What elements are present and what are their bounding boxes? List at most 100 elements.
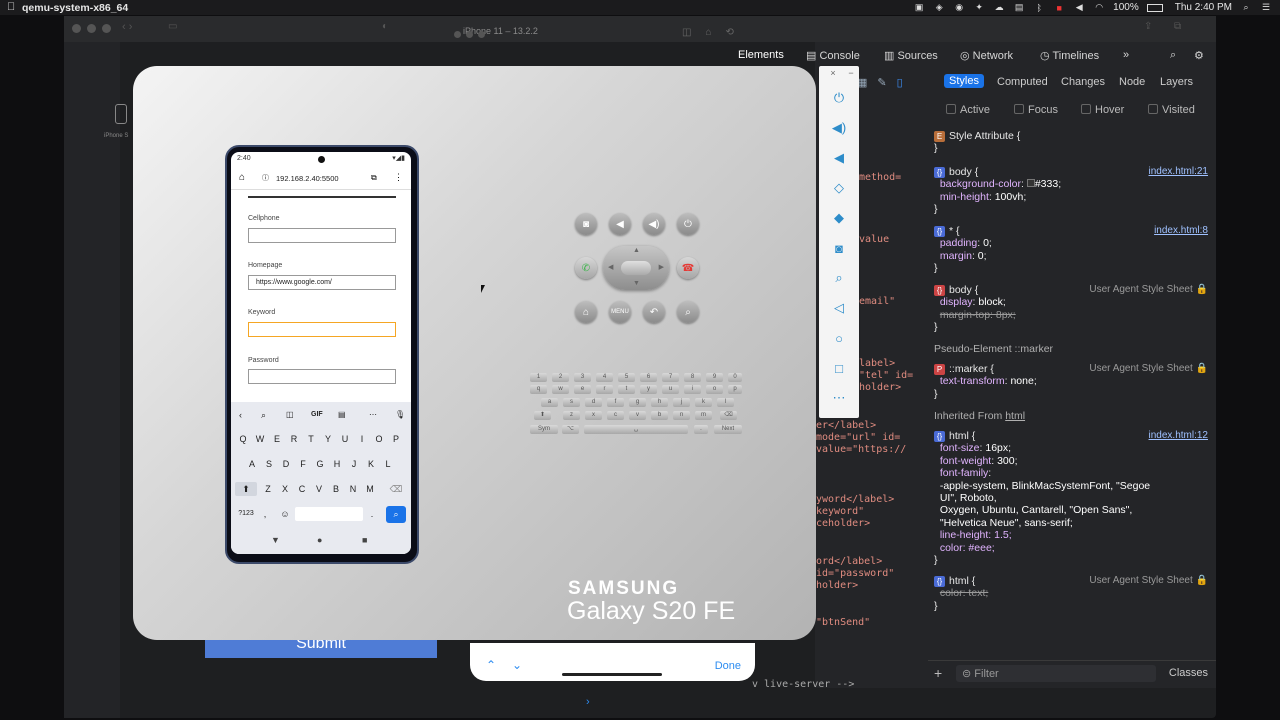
share-icon[interactable]: ⇪	[1144, 21, 1152, 32]
rotate-right-icon[interactable]: ◆	[829, 208, 849, 228]
rotate-icon[interactable]: ⟲	[726, 27, 734, 38]
add-rule-icon[interactable]: +	[934, 665, 942, 681]
iphone-icon[interactable]	[115, 104, 127, 124]
key-l[interactable]: L	[380, 457, 396, 471]
sticker-icon[interactable]: ◫	[286, 408, 294, 422]
search-icon[interactable]: ⌕	[261, 408, 266, 422]
volume-up-button-icon[interactable]: ◀)	[643, 213, 665, 235]
prev-field-icon[interactable]: ⌃	[486, 658, 496, 672]
kebab-menu-icon[interactable]: ⋮	[394, 172, 403, 183]
css-property[interactable]: font-size	[940, 442, 980, 454]
mini-shift-icon[interactable]: ⬆	[534, 411, 551, 420]
volume-up-icon[interactable]: ◀)	[829, 118, 849, 138]
volume-down-icon[interactable]: ◀	[829, 148, 849, 168]
css-value[interactable]: -apple-system, BlinkMacSystemFont, "Sego…	[940, 480, 1150, 492]
state-visited[interactable]: Visited	[1148, 104, 1195, 116]
css-value[interactable]: Oxygen, Ubuntu, Cantarell, "Open Sans",	[940, 504, 1132, 516]
key-h[interactable]: H	[329, 457, 345, 471]
rule-source-link[interactable]: index.html:8	[1154, 225, 1208, 237]
color-swatch[interactable]	[1026, 179, 1035, 188]
tabs-icon[interactable]: ⧉	[371, 173, 377, 183]
subtab-node[interactable]: Node	[1119, 76, 1145, 88]
classes-toggle[interactable]: Classes	[1169, 667, 1208, 679]
nav-back-icon[interactable]: ▼	[271, 533, 280, 547]
css-value[interactable]: none	[1010, 375, 1033, 387]
back-button-icon[interactable]: ↶	[643, 301, 665, 323]
camera-button-icon[interactable]: ◙	[575, 213, 597, 235]
emoji-icon[interactable]: ☺	[277, 507, 293, 521]
css-value[interactable]: block	[978, 296, 1003, 308]
cloud-icon[interactable]: ☁	[993, 2, 1005, 12]
mini-key[interactable]: 9	[706, 373, 723, 382]
key-u[interactable]: U	[337, 432, 353, 446]
key-m[interactable]: M	[362, 482, 378, 496]
tab-elements[interactable]: Elements	[738, 49, 784, 61]
clock[interactable]: Thu 2:40 PM	[1175, 2, 1232, 13]
mini-sym-key[interactable]: Sym	[530, 425, 558, 434]
bluetooth-icon[interactable]: ᛒ	[1033, 3, 1045, 13]
mini-key[interactable]: x	[585, 411, 602, 420]
comma-key[interactable]: ,	[259, 507, 271, 521]
mini-key[interactable]: m	[695, 411, 712, 420]
key-y[interactable]: Y	[320, 432, 336, 446]
end-call-button-icon[interactable]: ☎	[677, 257, 699, 279]
mini-key[interactable]: 7	[662, 373, 679, 382]
key-k[interactable]: K	[363, 457, 379, 471]
mini-key[interactable]: p	[728, 385, 742, 394]
css-rule-universal[interactable]: {} * { index.html:8 padding: 0; margin: 0…	[934, 225, 1212, 275]
css-declaration[interactable]: line-height: 1.5;	[940, 529, 1012, 541]
overridden-declaration[interactable]: color: text;	[940, 587, 988, 599]
tab-timelines[interactable]: ◷ Timelines	[1040, 49, 1099, 62]
css-property[interactable]: text-transform	[940, 375, 1005, 387]
dpad-down-icon[interactable]: ▼	[633, 280, 640, 287]
camera-icon[interactable]: ◙	[829, 238, 849, 258]
mini-alt-icon[interactable]: ⌥	[562, 425, 579, 434]
app-name[interactable]: qemu-system-x86_64	[22, 2, 128, 14]
key-q[interactable]: Q	[235, 432, 251, 446]
css-value[interactable]: 100vh	[995, 191, 1024, 203]
home-icon[interactable]: ⌂	[239, 172, 245, 183]
css-value[interactable]: 0	[983, 237, 989, 249]
key-a[interactable]: A	[244, 457, 260, 471]
mini-key[interactable]: .	[694, 425, 708, 434]
back-icon[interactable]: ‹ ›	[122, 21, 132, 33]
mini-key[interactable]: v	[629, 411, 646, 420]
screenshot-icon[interactable]: ◫	[682, 27, 691, 38]
sidebar-icon[interactable]: ▭	[168, 21, 177, 32]
search-icon[interactable]: ⌕	[1170, 49, 1176, 62]
css-property[interactable]: padding	[940, 237, 977, 249]
mini-key[interactable]: 3	[574, 373, 591, 382]
css-declaration[interactable]: color: #eee;	[940, 542, 995, 554]
cellphone-input[interactable]	[248, 228, 396, 243]
volume-down-button-icon[interactable]: ◀	[609, 213, 631, 235]
rule-source-link[interactable]: index.html:21	[1149, 166, 1208, 178]
mini-key[interactable]: r	[596, 385, 613, 394]
key-c[interactable]: C	[294, 482, 310, 496]
mini-key[interactable]: e	[574, 385, 591, 394]
css-rule-html[interactable]: {} html { index.html:12 font-size: 16px; …	[934, 430, 1212, 566]
mini-key[interactable]: f	[607, 398, 624, 407]
info-icon[interactable]: ⓘ	[262, 173, 269, 183]
css-property[interactable]: font-weight	[940, 455, 991, 467]
more-tabs-icon[interactable]: »	[1123, 49, 1129, 61]
sim-zoom-dot[interactable]	[478, 31, 485, 38]
power-icon[interactable]: ⏻	[829, 88, 849, 108]
mini-space-key[interactable]: ␣	[584, 425, 688, 434]
search-icon[interactable]: ⌕	[1240, 2, 1252, 12]
mini-key[interactable]: 4	[596, 373, 613, 382]
mini-key[interactable]: 8	[684, 373, 701, 382]
dock-arrow-icon[interactable]: ›	[586, 696, 590, 708]
mini-key[interactable]: i	[684, 385, 701, 394]
volume-icon[interactable]: ◀	[1073, 2, 1085, 12]
call-button-icon[interactable]: ✆	[575, 257, 597, 279]
close-icon[interactable]: ×	[823, 63, 843, 83]
mini-key[interactable]: h	[651, 398, 668, 407]
mini-key[interactable]: y	[640, 385, 657, 394]
inherited-link[interactable]: html	[1005, 410, 1025, 422]
mini-key[interactable]: c	[607, 411, 624, 420]
overridden-declaration[interactable]: margin-top: 8px;	[940, 309, 1016, 321]
css-rule-marker[interactable]: P::marker { User Agent Style Sheet 🔒 tex…	[934, 363, 1212, 400]
flag-icon[interactable]: ■	[1053, 3, 1065, 13]
tab-console[interactable]: ▤ Console	[806, 49, 860, 62]
next-field-icon[interactable]: ⌄	[512, 658, 522, 672]
